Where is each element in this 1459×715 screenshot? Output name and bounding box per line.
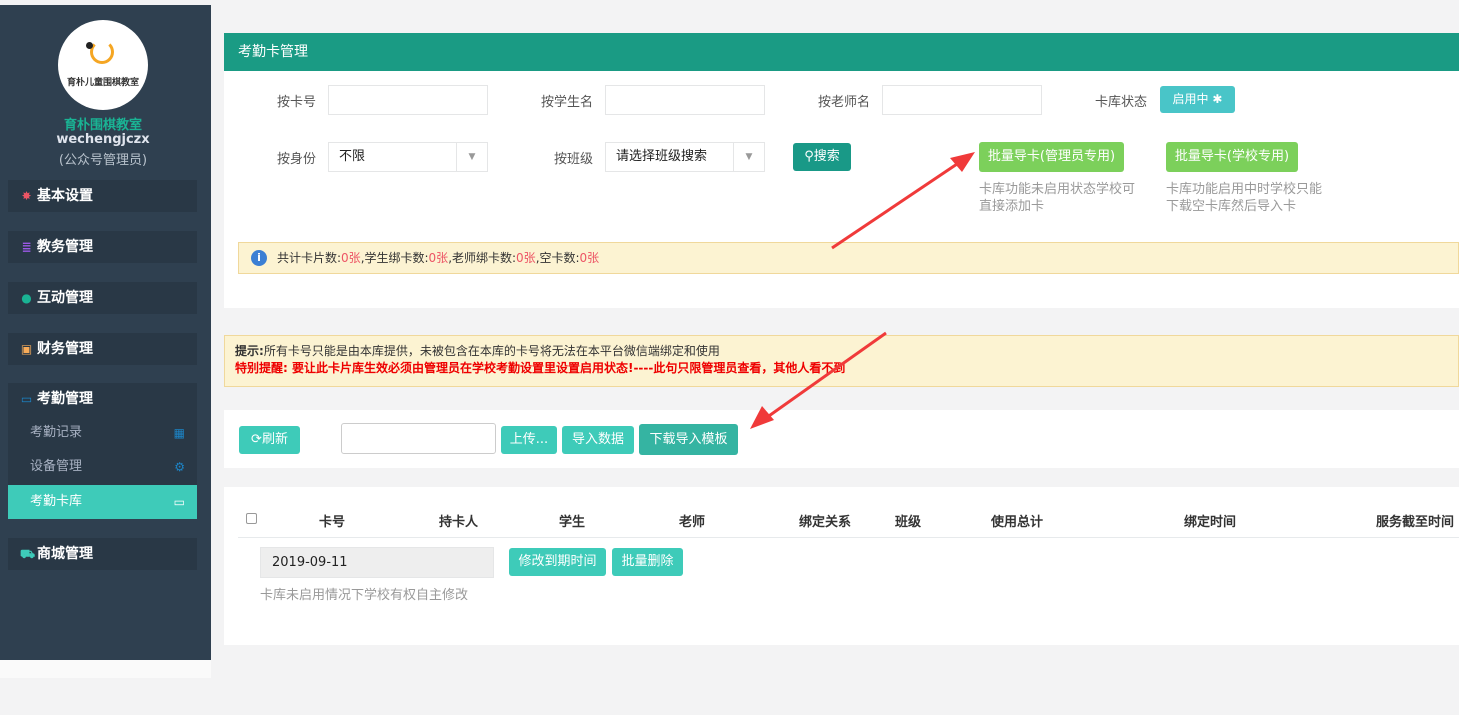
arrow-line: [831, 160, 961, 250]
annotation-arrows: [750, 152, 975, 429]
arrow-head: [950, 152, 975, 172]
arrow-head: [750, 406, 774, 429]
arrow-line: [765, 331, 887, 420]
